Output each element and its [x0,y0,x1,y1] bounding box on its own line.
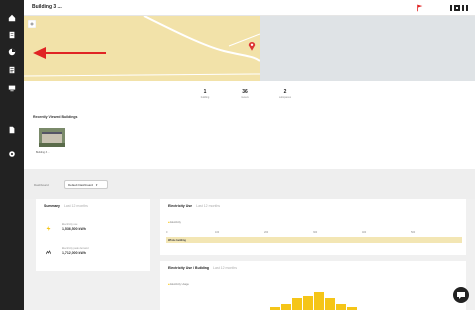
sidebar [0,0,24,310]
peak-demand-icon [46,250,51,255]
chat-icon [457,292,465,299]
devices-icon [8,85,16,92]
recent-buildings: Recently Viewed Buildings Building 3 ... [24,111,475,169]
dashboard-select[interactable]: Default Dashboard ▾ [64,180,108,189]
logo-icon[interactable] [450,4,468,12]
axis-tick: 400 [362,231,367,234]
building-thumbnail-caption: Building 3 ... [36,151,50,154]
page-title: Building 3 ... [32,4,62,10]
band-label: Whole building [168,238,186,242]
chart-bar [281,304,291,310]
sidebar-item-home[interactable] [4,14,20,30]
dashboard-filter: Dashboard Default Dashboard ▾ [24,169,475,199]
stat-buildings: 1 building [200,89,210,99]
chart-bar [292,298,302,310]
lightning-icon [46,226,51,231]
electricity-day-subtitle: Last 12 months [213,266,237,270]
chat-button[interactable] [453,287,469,303]
stat-subspaces: 2 subspaces [279,89,291,99]
chart-legend: ■ Electricity [168,221,181,224]
sidebar-item-buildings[interactable] [4,31,20,47]
stat-meters: 36 meters [241,89,249,99]
chevron-down-icon: ▾ [95,183,98,187]
chart-legend: ■ Electricity Usage [168,283,189,286]
chart-bar [314,292,324,310]
building-photo [39,128,65,147]
electricity-day-title: Electricity Use / Building [168,266,210,270]
axis-tick: 300 [313,231,318,234]
sidebar-item-documents[interactable] [4,126,20,142]
home-icon [8,14,16,22]
documents-icon [9,126,15,134]
map-water [260,16,475,81]
building-thumbnail[interactable] [39,128,65,147]
sidebar-item-insights[interactable] [4,48,20,64]
sidebar-item-devices[interactable] [4,84,20,100]
settings-icon [9,151,15,157]
top-bar: Building 3 ... [24,0,475,16]
sidebar-item-settings[interactable] [4,150,20,166]
zoom-icon[interactable] [28,20,36,28]
summary-subtitle: Last 12 months [63,204,88,208]
stats-panel: 1 building 36 meters 2 subspaces [24,81,475,111]
electricity-use-subtitle: Last 12 months [196,204,221,208]
summary-card: Summary Last 12 months Electricity use 1,… [36,199,150,271]
axis-tick: 500 [411,231,416,234]
electricity-day-card: Electricity Use / Building Last 12 months… [160,261,466,310]
arrow-annotation [33,47,106,59]
chart-bar [325,298,335,310]
insights-icon [8,48,16,56]
flag-icon[interactable] [416,4,424,12]
axis-tick: 200 [264,231,269,234]
summary-row: Electricity use 1,536,500 kWh [46,223,146,237]
reports-icon [9,66,15,74]
chart-bar [303,296,313,310]
summary-row: Electricity peak demand 1,712,000 kWh [46,247,146,261]
electricity-use-title: Electricity Use [168,204,193,208]
filter-label: Dashboard [34,183,49,187]
usage-band: Whole building [166,237,462,243]
summary-title: Summary [44,204,60,208]
sidebar-item-reports[interactable] [4,66,20,82]
dashboard-select-value: Default Dashboard [68,183,94,187]
axis-tick: 100 [215,231,220,234]
buildings-icon [9,31,15,39]
axis-tick: 0 [166,231,168,234]
section-title: Recently Viewed Buildings [33,115,78,119]
electricity-use-card: Electricity Use Last 12 months ■ Electric… [160,199,466,255]
map-pin-icon[interactable] [248,41,256,51]
chart-bar [336,304,346,310]
